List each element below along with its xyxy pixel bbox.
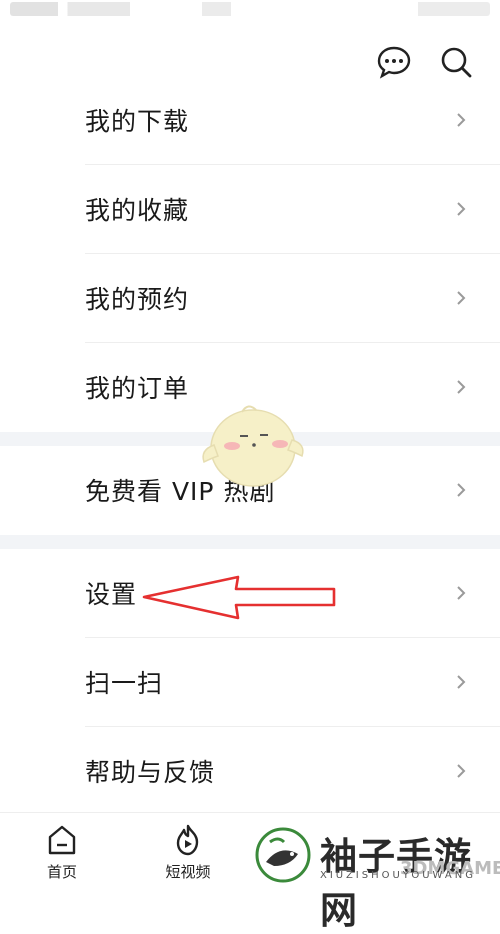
chevron-right-icon xyxy=(457,586,466,600)
menu-item-label: 帮助与反馈 xyxy=(85,758,216,787)
menu-item-scan[interactable]: 扫一扫 xyxy=(0,638,500,726)
chevron-right-icon xyxy=(457,291,466,305)
home-icon xyxy=(48,825,76,855)
nav-home[interactable]: 首页 xyxy=(22,823,102,882)
menu-item-label: 我的下载 xyxy=(85,107,190,136)
status-bar-blur xyxy=(10,2,490,16)
chevron-right-icon xyxy=(457,202,466,216)
menu-item-label: 扫一扫 xyxy=(85,669,164,698)
mascot-icon xyxy=(202,405,304,487)
menu-item-label: 我的收藏 xyxy=(85,196,190,225)
annotation-arrow xyxy=(142,575,336,620)
menu-item-label: 设置 xyxy=(85,580,138,609)
message-icon[interactable] xyxy=(376,44,412,80)
menu-item-downloads[interactable]: 我的下载 xyxy=(0,76,500,164)
search-icon[interactable] xyxy=(438,44,474,80)
menu-item-help-feedback[interactable]: 帮助与反馈 xyxy=(0,727,500,815)
watermark: 袖子手游网 3DMGAME XIUZISHOUYOUWANG xyxy=(250,820,500,932)
flame-play-icon xyxy=(176,824,199,856)
watermark-subtitle: XIUZISHOUYOUWANG xyxy=(320,870,476,881)
menu-item-favorites[interactable]: 我的收藏 xyxy=(0,165,500,253)
chevron-right-icon xyxy=(457,764,466,778)
section-gap xyxy=(0,535,500,549)
status-bar xyxy=(0,0,500,30)
nav-short-video[interactable]: 短视频 xyxy=(148,823,228,882)
menu-item-label: 我的订单 xyxy=(85,374,190,403)
bird-logo-icon xyxy=(255,827,311,883)
nav-short-video-label: 短视频 xyxy=(165,863,211,881)
menu-item-reservations[interactable]: 我的预约 xyxy=(0,254,500,342)
nav-home-label: 首页 xyxy=(46,863,77,881)
chevron-right-icon xyxy=(457,113,466,127)
chevron-right-icon xyxy=(457,483,466,497)
chevron-right-icon xyxy=(457,675,466,689)
chevron-right-icon xyxy=(457,380,466,394)
menu-item-label: 我的预约 xyxy=(85,285,190,314)
